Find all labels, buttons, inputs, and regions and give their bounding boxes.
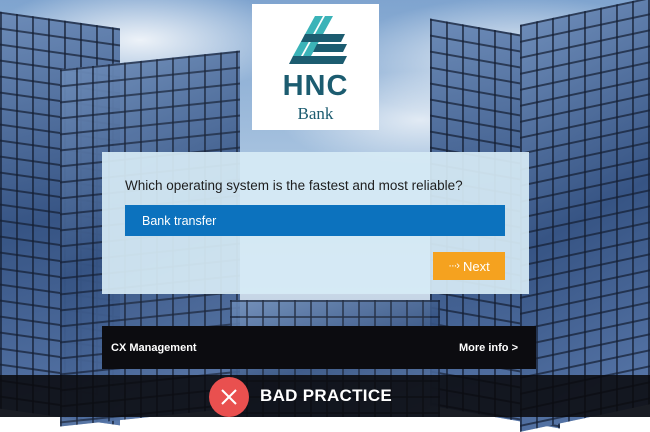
more-info-link[interactable]: More info > [459,342,518,354]
bank-logo: HNC Bank [252,4,379,130]
next-label: Next [462,258,490,274]
question-text: Which operating system is the fastest an… [125,178,463,193]
verdict-badge [209,377,249,417]
logo-subtitle: Bank [297,104,334,123]
info-bar-title: CX Management [111,341,197,354]
skyscraper-right [520,0,650,432]
answer-field[interactable]: Bank transfer [125,205,505,236]
answer-value: Bank transfer [142,213,217,228]
next-button[interactable]: ···› Next [433,252,505,280]
question-panel: Which operating system is the fastest an… [102,152,529,294]
info-bar: CX Management More info > [102,326,536,369]
hnc-logo-icon [285,16,347,69]
close-icon [221,389,237,405]
dotted-arrow-icon: ···› [448,260,460,272]
logo-name: HNC [282,70,349,102]
verdict-label: BAD PRACTICE [260,386,393,405]
